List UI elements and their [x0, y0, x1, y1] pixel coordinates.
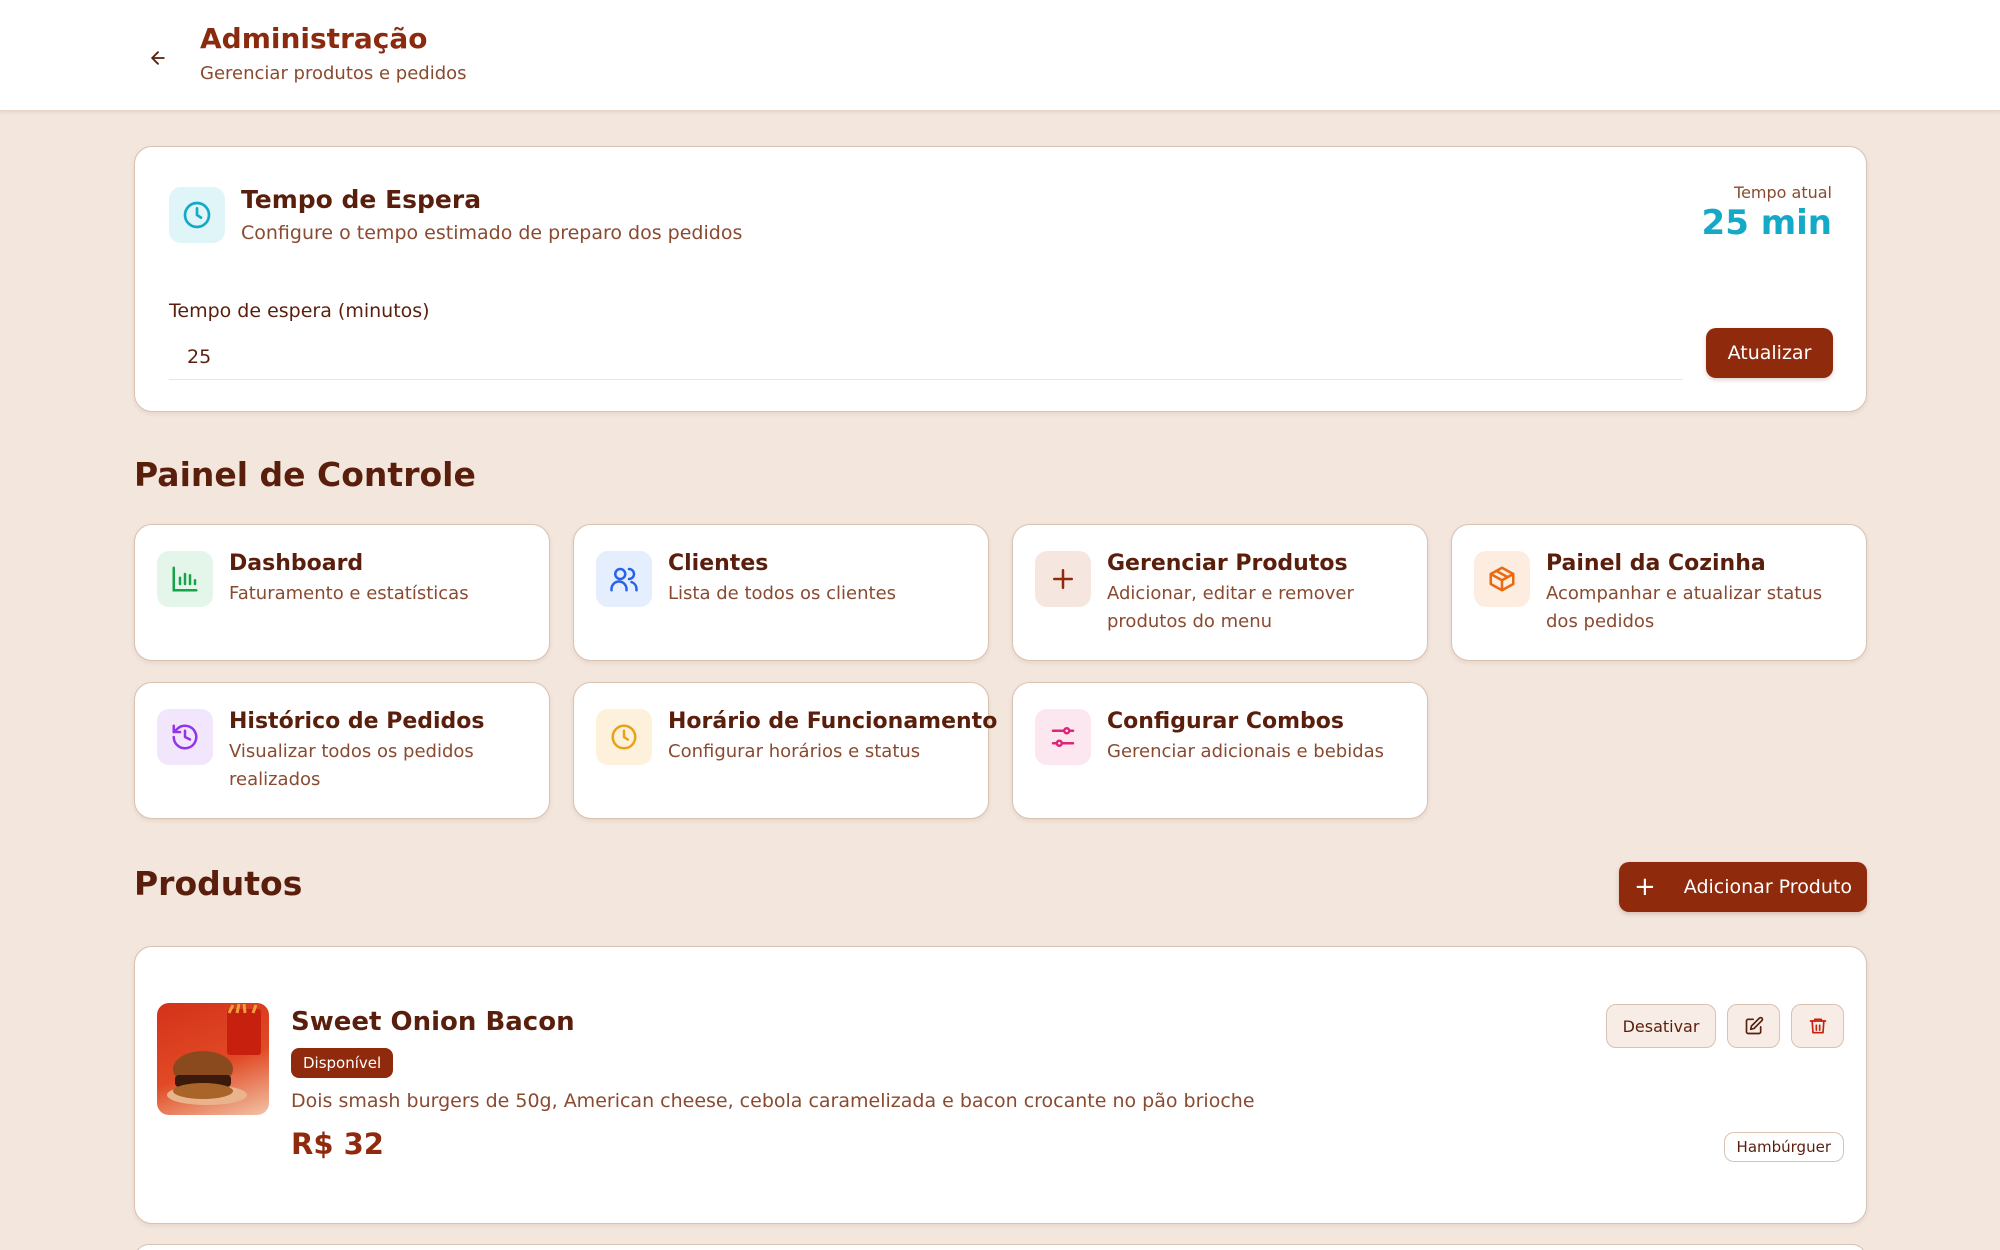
wait-time-title: Tempo de Espera: [241, 185, 482, 214]
plus-icon: [1035, 551, 1091, 607]
product-price: R$ 32: [291, 1127, 384, 1161]
tile-clientes[interactable]: Clientes Lista de todos os clientes: [573, 524, 989, 661]
product-name: Sweet Onion Bacon: [291, 1007, 575, 1037]
back-button[interactable]: [140, 40, 176, 76]
users-icon: [596, 551, 652, 607]
control-panel-title: Painel de Controle: [134, 455, 476, 494]
add-product-label: Adicionar Produto: [1683, 876, 1852, 898]
product-description: Dois smash burgers de 50g, American chee…: [291, 1090, 1255, 1112]
tile-dashboard[interactable]: Dashboard Faturamento e estatísticas: [134, 524, 550, 661]
edit-icon: [1745, 1016, 1763, 1035]
top-header: Administração Gerenciar produtos e pedid…: [0, 0, 2000, 111]
update-button[interactable]: Atualizar: [1706, 328, 1833, 378]
products-title: Produtos: [134, 864, 303, 903]
trash-icon: [1809, 1018, 1826, 1034]
tile-title: Clientes: [668, 551, 769, 576]
tile-configurar-combos[interactable]: Configurar Combos Gerenciar adicionais e …: [1012, 682, 1428, 819]
tile-description: Gerenciar adicionais e bebidas: [1107, 741, 1385, 762]
category-badge: Hambúrguer: [1723, 1132, 1844, 1162]
tile-horario-de-funcionamento[interactable]: Horário de Funcionamento Configurar horár…: [573, 682, 997, 819]
history-icon: [157, 709, 213, 765]
add-product-button[interactable]: + Adicionar Produto: [1619, 862, 1867, 912]
deactivate-button[interactable]: Desativar: [1606, 1004, 1716, 1048]
wait-time-card: Tempo de Espera Configure o tempo estima…: [134, 146, 1867, 412]
tile-title: Dashboard: [229, 551, 364, 576]
page-title: Administração: [200, 22, 428, 55]
clock-icon: [183, 201, 211, 229]
clock-icon: [596, 709, 652, 765]
delete-button[interactable]: [1791, 1004, 1844, 1048]
burger-photo: [167, 1003, 261, 1105]
wait-time-subtitle: Configure o tempo estimado de preparo do…: [241, 222, 743, 244]
current-time-value: 25 min: [1701, 203, 1832, 243]
package-icon: [1474, 551, 1530, 607]
tile-description: Acompanhar e atualizar status dos pedido…: [1546, 583, 1823, 632]
plus-icon: +: [1633, 872, 1656, 902]
current-time-label: Tempo atual: [1734, 183, 1832, 202]
tile-description: Faturamento e estatísticas: [229, 583, 469, 604]
status-badge: Disponível: [291, 1048, 394, 1078]
tile-description: Configurar horários e status: [668, 741, 921, 762]
wait-time-input[interactable]: [169, 334, 1683, 380]
tile-description: Lista de todos os clientes: [668, 583, 897, 604]
product-card: Sweet Onion Bacon Disponível Dois smash …: [134, 946, 1867, 1224]
tile-title: Configurar Combos: [1107, 709, 1344, 734]
tile-painel-da-cozinha[interactable]: Painel da Cozinha Acompanhar e atualizar …: [1451, 524, 1867, 661]
wait-time-icon-badge: [169, 187, 225, 243]
page-subtitle: Gerenciar produtos e pedidos: [200, 63, 467, 84]
tile-title: Histórico de Pedidos: [229, 709, 485, 734]
tile-description: Visualizar todos os pedidos realizados: [229, 741, 474, 790]
product-image: [157, 1003, 269, 1115]
sliders-icon: [1035, 709, 1091, 765]
tile-title: Horário de Funcionamento: [668, 709, 998, 734]
tile-title: Painel da Cozinha: [1546, 551, 1766, 576]
tile-historico-de-pedidos[interactable]: Histórico de Pedidos Visualizar todos os …: [134, 682, 550, 819]
wait-time-field-label: Tempo de espera (minutos): [169, 300, 430, 322]
edit-button[interactable]: [1727, 1004, 1780, 1048]
tile-description: Adicionar, editar e remover produtos do …: [1107, 583, 1354, 632]
arrow-left-icon: [151, 51, 165, 65]
tile-gerenciar-produtos[interactable]: Gerenciar Produtos Adicionar, editar e re…: [1012, 524, 1428, 661]
next-product-card: [134, 1244, 1867, 1250]
bar-chart-icon: [157, 551, 213, 607]
tile-title: Gerenciar Produtos: [1107, 551, 1348, 576]
